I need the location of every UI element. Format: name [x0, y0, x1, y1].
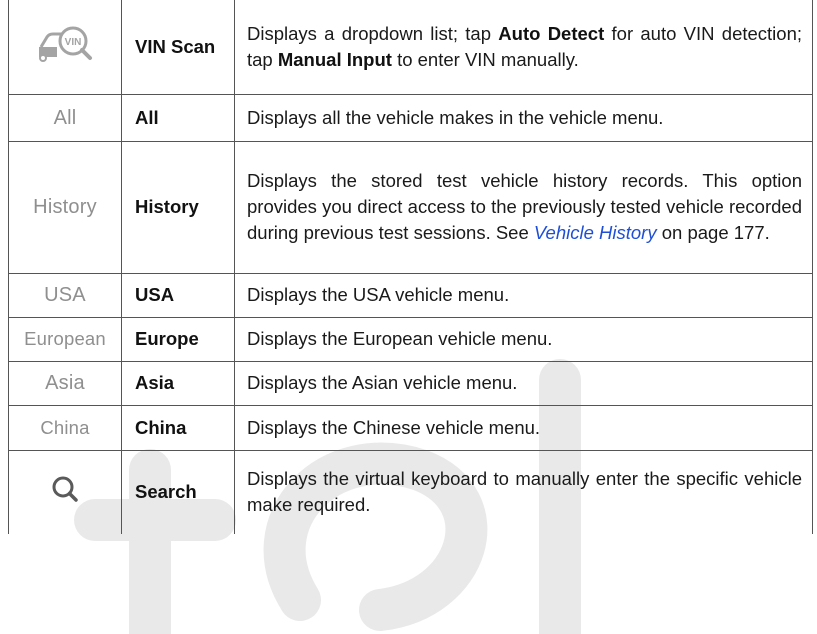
- all-icon: All: [8, 93, 122, 142]
- table-row: China China Displays the Chinese vehicle…: [8, 404, 813, 451]
- row-name: History: [121, 140, 235, 274]
- usa-icon: USA: [8, 272, 122, 318]
- row-name: USA: [121, 272, 235, 318]
- table-row: History History Displays the stored test…: [8, 140, 813, 274]
- asia-icon: Asia: [8, 360, 122, 406]
- table-row: Search Displays the virtual keyboard to …: [8, 449, 813, 534]
- search-icon: [8, 449, 122, 534]
- row-name: VIN Scan: [121, 0, 235, 95]
- history-icon: History: [8, 140, 122, 274]
- european-icon: European: [8, 316, 122, 362]
- row-name: China: [121, 404, 235, 451]
- table-row: VIN VIN Scan Displays a dropdown list; t…: [8, 0, 813, 95]
- row-description: Displays the Asian vehicle menu.: [234, 360, 813, 406]
- row-description: Displays the virtual keyboard to manuall…: [234, 449, 813, 534]
- vin-icon-text: VIN: [65, 37, 82, 48]
- table-row: Asia Asia Displays the Asian vehicle men…: [8, 360, 813, 406]
- table-row: All All Displays all the vehicle makes i…: [8, 93, 813, 142]
- row-description: Displays the European vehicle menu.: [234, 316, 813, 362]
- vehicle-history-link[interactable]: Vehicle History: [534, 222, 657, 243]
- row-name: Search: [121, 449, 235, 534]
- vin-scan-icon: VIN: [8, 0, 122, 95]
- table-row: USA USA Displays the USA vehicle menu.: [8, 272, 813, 318]
- row-name: Asia: [121, 360, 235, 406]
- row-description: Displays the Chinese vehicle menu.: [234, 404, 813, 451]
- row-name: All: [121, 93, 235, 142]
- row-name: Europe: [121, 316, 235, 362]
- row-description: Displays the USA vehicle menu.: [234, 272, 813, 318]
- button-reference-table: VIN VIN Scan Displays a dropdown list; t…: [8, 0, 813, 534]
- china-icon: China: [8, 404, 122, 451]
- row-description: Displays a dropdown list; tap Auto Detec…: [234, 0, 813, 95]
- table-row: European Europe Displays the European ve…: [8, 316, 813, 362]
- row-description: Displays the stored test vehicle history…: [234, 140, 813, 274]
- row-description: Displays all the vehicle makes in the ve…: [234, 93, 813, 142]
